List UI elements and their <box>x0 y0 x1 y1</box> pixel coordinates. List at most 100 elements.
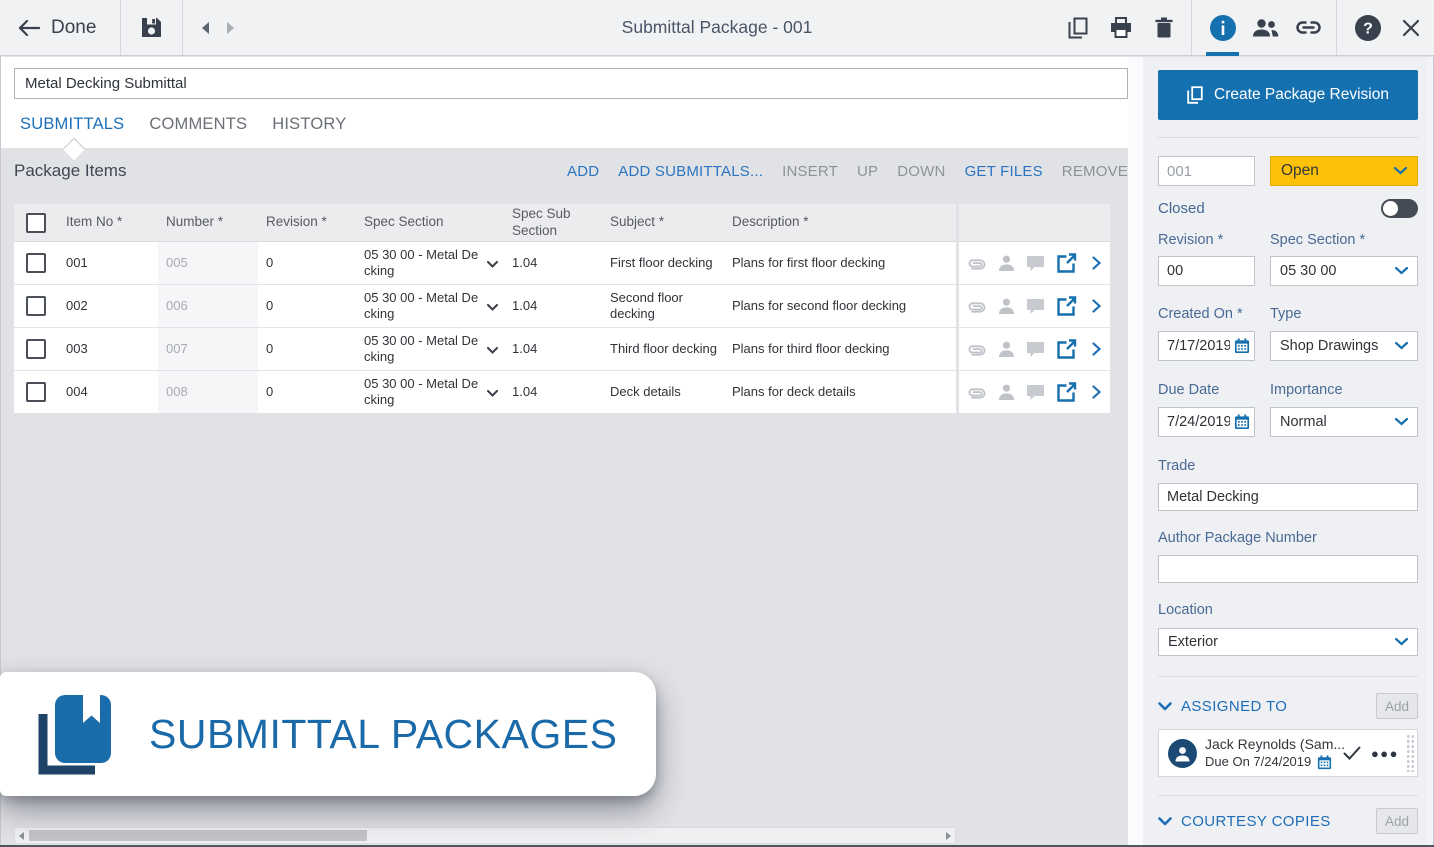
contact-icon[interactable] <box>998 255 1015 271</box>
tab-comments[interactable]: COMMENTS <box>149 115 247 134</box>
approve-check-icon[interactable] <box>1343 746 1361 760</box>
assigned-to-add-button[interactable]: Add <box>1376 693 1418 719</box>
column-header[interactable]: Spec Section <box>356 214 504 230</box>
package-number-input[interactable] <box>1158 156 1255 186</box>
cell-revision[interactable]: 0 <box>258 255 356 271</box>
help-button[interactable]: ? <box>1346 0 1389 55</box>
contact-icon[interactable] <box>998 384 1015 400</box>
grid-action-link[interactable]: ADD <box>567 163 599 180</box>
open-item-icon[interactable] <box>1056 252 1077 274</box>
column-header[interactable]: Number * <box>158 214 258 230</box>
drag-handle[interactable] <box>1406 734 1414 772</box>
grid-action-link[interactable]: ADD SUBMITTALS... <box>618 163 763 180</box>
cell-subject[interactable]: First floor decking <box>602 255 724 271</box>
comment-icon[interactable] <box>1026 384 1045 400</box>
cell-revision[interactable]: 0 <box>258 298 356 314</box>
grid-action-link[interactable]: REMOVE <box>1062 163 1128 180</box>
close-button[interactable] <box>1389 0 1432 55</box>
type-dropdown[interactable]: Shop Drawings <box>1270 331 1418 361</box>
prev-record-button[interactable] <box>201 21 210 34</box>
revision-input[interactable] <box>1158 256 1255 286</box>
cell-spec-sub-section[interactable]: 1.04 <box>504 384 602 400</box>
cell-revision[interactable]: 0 <box>258 384 356 400</box>
row-checkbox[interactable] <box>26 253 46 273</box>
cell-spec-section[interactable]: 05 30 00 - Metal Decking <box>356 290 504 323</box>
attachment-icon[interactable] <box>966 385 987 399</box>
save-button[interactable] <box>121 0 184 55</box>
collapse-chevron-icon[interactable] <box>1158 701 1172 711</box>
cell-item-no[interactable]: 003 <box>58 341 158 357</box>
cell-spec-section[interactable]: 05 30 00 - Metal Decking <box>356 376 504 409</box>
horizontal-scrollbar[interactable] <box>14 827 956 844</box>
cell-subject[interactable]: Second floor decking <box>602 290 724 323</box>
people-panel-button[interactable] <box>1244 0 1287 55</box>
location-dropdown[interactable]: Exterior <box>1158 628 1418 656</box>
column-header[interactable]: Revision * <box>258 214 356 230</box>
author-package-number-input[interactable] <box>1158 555 1418 583</box>
cell-description[interactable]: Plans for third floor decking <box>724 341 956 357</box>
tab-submittals[interactable]: SUBMITTALS <box>20 115 124 134</box>
tab-history[interactable]: HISTORY <box>272 115 346 134</box>
attachment-icon[interactable] <box>966 299 987 313</box>
cell-revision[interactable]: 0 <box>258 341 356 357</box>
cell-item-no[interactable]: 001 <box>58 255 158 271</box>
status-dropdown[interactable]: Open <box>1270 156 1418 186</box>
cell-spec-sub-section[interactable]: 1.04 <box>504 298 602 314</box>
cell-spec-section[interactable]: 05 30 00 - Metal Decking <box>356 333 504 366</box>
scroll-right-arrow[interactable] <box>946 832 951 840</box>
column-header[interactable]: Spec Sub Section <box>504 206 602 238</box>
comment-icon[interactable] <box>1026 255 1045 271</box>
info-panel-button[interactable] <box>1201 0 1244 56</box>
grid-action-link[interactable]: UP <box>857 163 878 180</box>
attachment-icon[interactable] <box>966 342 987 356</box>
spec-section-dropdown[interactable]: 05 30 00 <box>1270 256 1418 286</box>
open-item-icon[interactable] <box>1056 338 1077 360</box>
grid-action-link[interactable]: INSERT <box>782 163 838 180</box>
scrollbar-thumb[interactable] <box>29 830 367 841</box>
row-chevron-icon[interactable] <box>1092 342 1101 356</box>
create-package-revision-button[interactable]: Create Package Revision <box>1158 70 1418 120</box>
open-item-icon[interactable] <box>1056 295 1077 317</box>
grid-action-link[interactable]: GET FILES <box>965 163 1043 180</box>
cell-spec-sub-section[interactable]: 1.04 <box>504 255 602 271</box>
attachment-icon[interactable] <box>966 256 987 270</box>
column-header[interactable]: Item No * <box>58 214 158 230</box>
cell-spec-section[interactable]: 05 30 00 - Metal Decking <box>356 247 504 280</box>
courtesy-copies-add-button[interactable]: Add <box>1376 808 1418 834</box>
column-header[interactable]: Subject * <box>602 214 724 230</box>
more-options-icon[interactable]: ●●● <box>1371 746 1399 761</box>
row-checkbox[interactable] <box>26 382 46 402</box>
done-button[interactable]: Done <box>0 0 122 55</box>
link-panel-button[interactable] <box>1287 0 1330 55</box>
row-chevron-icon[interactable] <box>1092 385 1101 399</box>
comment-icon[interactable] <box>1026 341 1045 357</box>
calendar-icon[interactable] <box>1234 414 1250 435</box>
row-checkbox[interactable] <box>26 296 46 316</box>
row-chevron-icon[interactable] <box>1092 299 1101 313</box>
cell-item-no[interactable]: 002 <box>58 298 158 314</box>
trade-input[interactable] <box>1158 483 1418 511</box>
next-record-button[interactable] <box>226 21 235 34</box>
cell-description[interactable]: Plans for second floor decking <box>724 298 956 314</box>
print-button[interactable] <box>1099 0 1142 55</box>
copy-button[interactable] <box>1056 0 1099 55</box>
cell-description[interactable]: Plans for deck details <box>724 384 956 400</box>
scroll-left-arrow[interactable] <box>19 832 24 840</box>
select-all-checkbox[interactable] <box>26 212 46 233</box>
contact-icon[interactable] <box>998 298 1015 314</box>
grid-action-link[interactable]: DOWN <box>897 163 945 180</box>
cell-subject[interactable]: Third floor decking <box>602 341 724 357</box>
column-header[interactable]: Description * <box>724 214 956 230</box>
calendar-icon[interactable] <box>1317 755 1332 770</box>
calendar-icon[interactable] <box>1234 338 1250 359</box>
comment-icon[interactable] <box>1026 298 1045 314</box>
closed-toggle[interactable] <box>1381 198 1418 218</box>
row-checkbox[interactable] <box>26 339 46 359</box>
delete-button[interactable] <box>1142 0 1185 55</box>
package-title-input[interactable] <box>14 68 1128 99</box>
assigned-person-card[interactable]: Jack Reynolds (Sam... Due On 7/24/2019 ●… <box>1158 729 1418 777</box>
cell-description[interactable]: Plans for first floor decking <box>724 255 956 271</box>
open-item-icon[interactable] <box>1056 381 1077 403</box>
cell-item-no[interactable]: 004 <box>58 384 158 400</box>
contact-icon[interactable] <box>998 341 1015 357</box>
